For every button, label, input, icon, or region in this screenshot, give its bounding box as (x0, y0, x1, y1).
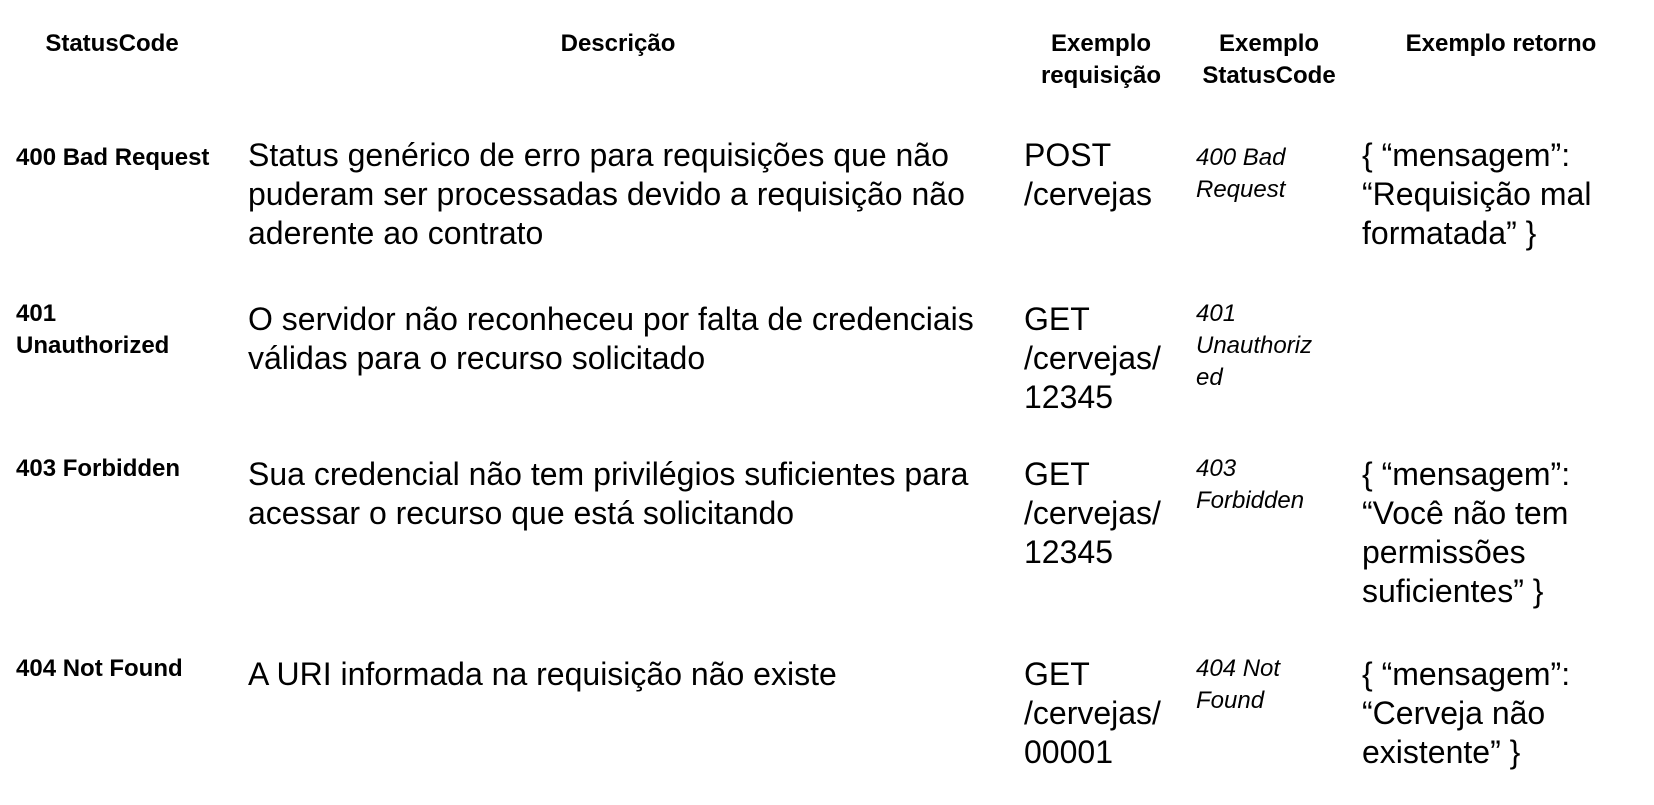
example-request-cell: GET /cervejas/ 00001 (1024, 656, 1161, 770)
description-cell: Status genérico de erro para requisições… (248, 137, 965, 251)
status-code-cell: 404 Not Found (16, 655, 183, 682)
description-cell: O servidor não reconheceu por falta de c… (248, 301, 974, 376)
description-cell: A URI informada na requisição não existe (248, 656, 837, 692)
header-row: StatusCode Descrição Exemplo requisição … (0, 0, 1654, 128)
example-return-cell: { “mensagem”: “Cerveja não existente” } (1362, 656, 1571, 770)
status-code-cell: 403 Forbidden (16, 455, 181, 482)
header-description: Descrição (560, 30, 676, 57)
status-code-table: StatusCode Descrição Exemplo requisição … (0, 0, 1654, 805)
table-row: 404 Not Found A URI informada na requisi… (0, 647, 1654, 805)
status-code-cell: 400 Bad Request (16, 144, 210, 171)
example-status-code-cell: 400 Bad Request (1196, 144, 1286, 203)
header-example-request: Exemplo requisição (1040, 30, 1162, 89)
example-request-cell: GET /cervejas/ 12345 (1024, 301, 1161, 415)
header-example-status-code: Exemplo StatusCode (1202, 30, 1336, 89)
description-cell: Sua credencial não tem privilégios sufic… (248, 456, 969, 531)
example-return-cell (1348, 292, 1654, 447)
header-status-code: StatusCode (45, 30, 179, 57)
table-row: 403 Forbidden Sua credencial não tem pri… (0, 447, 1654, 647)
header-example-return: Exemplo retorno (1405, 30, 1597, 57)
example-return-cell: { “mensagem”: “Você não tem permissões s… (1362, 456, 1571, 609)
example-request-cell: GET /cervejas/ 12345 (1024, 456, 1161, 570)
example-request-cell: POST /cervejas (1024, 137, 1153, 212)
table-row: 400 Bad Request Status genérico de erro … (0, 128, 1654, 292)
status-code-cell: 401 Unauthorized (16, 300, 170, 359)
example-status-code-cell: 403 Forbidden (1196, 455, 1305, 514)
example-status-code-cell: 401 Unauthoriz ed (1196, 300, 1313, 391)
example-return-cell: { “mensagem”: “Requisição mal formatada”… (1362, 137, 1592, 251)
table-row: 401 Unauthorized O servidor não reconhec… (0, 292, 1654, 447)
example-status-code-cell: 404 Not Found (1196, 655, 1281, 714)
